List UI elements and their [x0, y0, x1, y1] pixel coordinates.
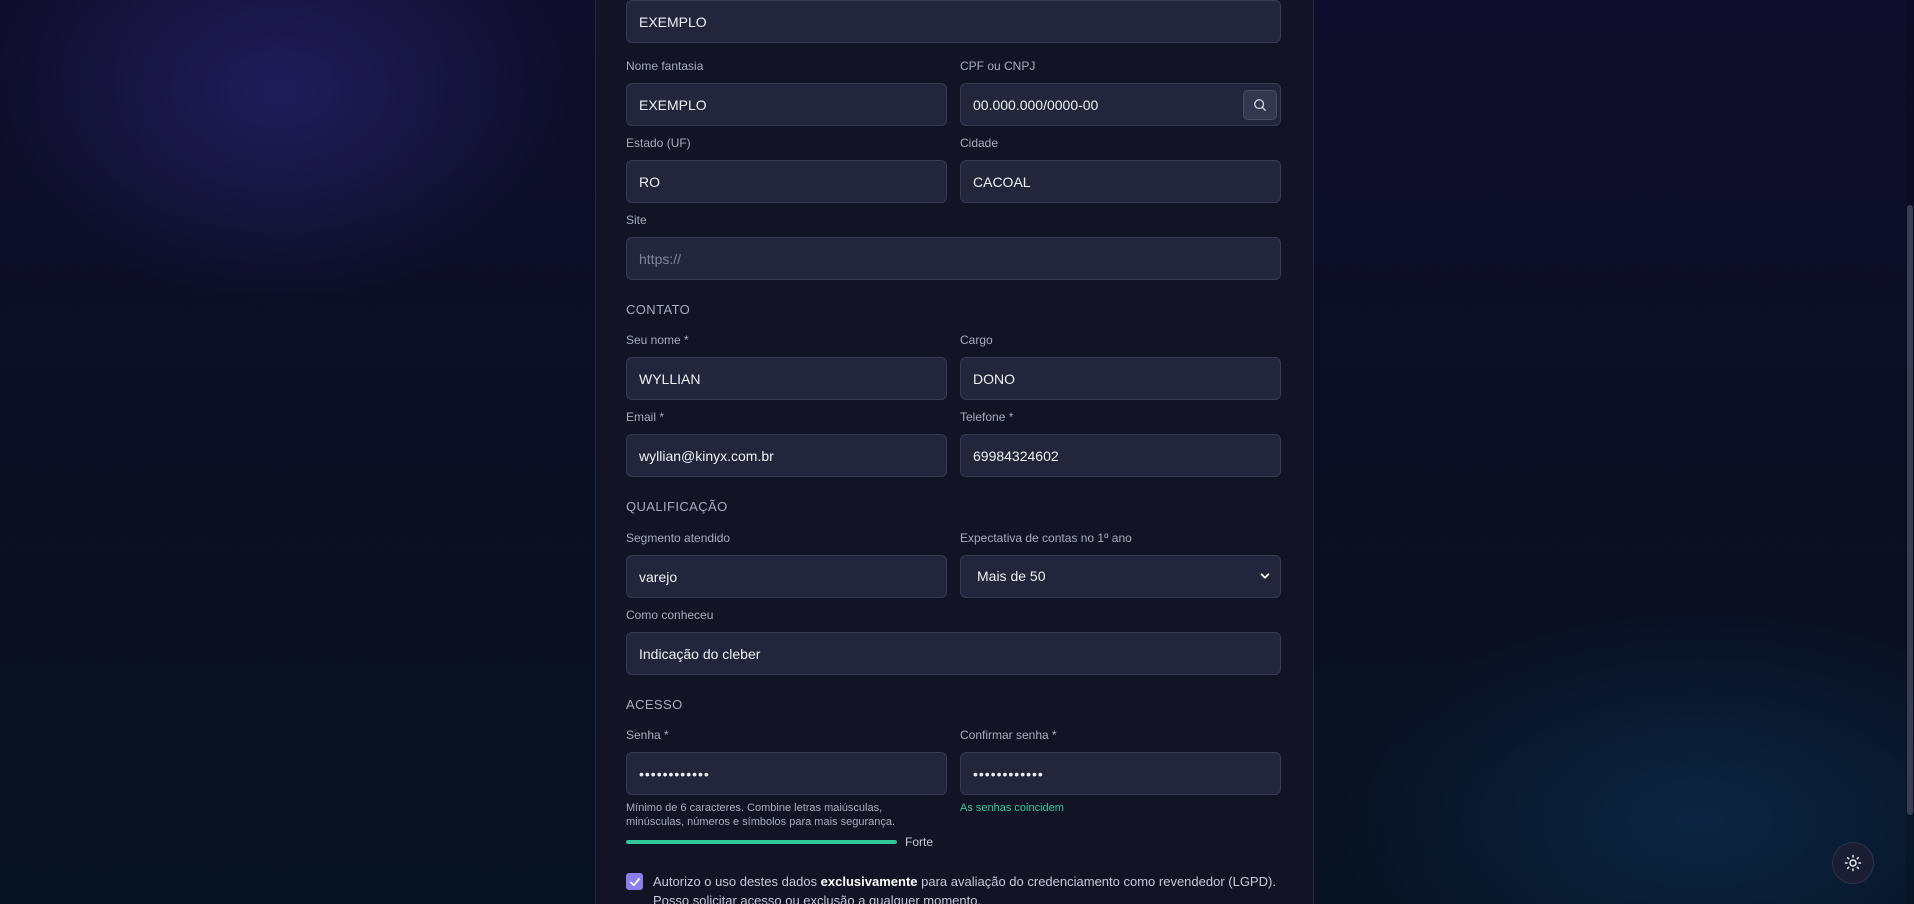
field-cargo: Cargo: [960, 332, 1281, 400]
page-scrollbar[interactable]: [1906, 0, 1914, 904]
row-site: Site: [626, 212, 1281, 280]
field-nome-fantasia: Nome fantasia: [626, 58, 947, 126]
field-confirmar-senha: Confirmar senha * As senhas coincidem: [960, 727, 1281, 829]
site-input[interactable]: [626, 237, 1281, 280]
field-segmento: Segmento atendido: [626, 530, 947, 598]
field-senha: Senha * Mínimo de 6 caracteres. Combine …: [626, 727, 947, 829]
section-title-contato: CONTATO: [626, 302, 691, 317]
estado-label: Estado (UF): [626, 136, 691, 150]
row-fantasia-cpf: Nome fantasia CPF ou CNPJ: [626, 58, 1281, 126]
segmento-label: Segmento atendido: [626, 531, 731, 545]
field-seu-nome: Seu nome *: [626, 332, 947, 400]
senha-input[interactable]: [626, 752, 947, 795]
sun-icon: [1844, 854, 1862, 872]
cpf-cnpj-label: CPF ou CNPJ: [960, 59, 1036, 73]
field-estado: Estado (UF): [626, 135, 947, 203]
password-match-status: As senhas coincidem: [960, 802, 1064, 814]
telefone-input[interactable]: [960, 434, 1281, 477]
cidade-label: Cidade: [960, 136, 999, 150]
password-hint: Mínimo de 6 caracteres. Combine letras m…: [626, 802, 896, 828]
section-title-acesso: ACESSO: [626, 697, 683, 712]
expectativa-select[interactable]: Mais de 50: [960, 555, 1281, 598]
field-como-conheceu: Como conheceu: [626, 607, 1281, 675]
como-conheceu-label: Como conheceu: [626, 608, 714, 622]
expectativa-selected-value[interactable]: Mais de 50: [960, 555, 1281, 598]
lgpd-consent-text: Autorizo o uso destes dados exclusivamen…: [653, 872, 1286, 904]
expectativa-label: Expectativa de contas no 1º ano: [960, 531, 1132, 545]
row-email-telefone: Email * Telefone *: [626, 409, 1281, 477]
strength-bar: [626, 840, 897, 844]
nome-fantasia-label: Nome fantasia: [626, 59, 704, 73]
telefone-label: Telefone *: [960, 410, 1014, 424]
search-icon: [1254, 99, 1266, 111]
field-site: Site: [626, 212, 1281, 280]
lgpd-consent-checkbox[interactable]: [626, 873, 643, 890]
row-uf-cidade: Estado (UF) Cidade: [626, 135, 1281, 203]
consent-text-bold: exclusivamente: [820, 874, 918, 889]
confirmar-senha-input[interactable]: [960, 752, 1281, 795]
cidade-input[interactable]: [960, 160, 1281, 203]
cnpj-search-button[interactable]: [1243, 90, 1277, 120]
lgpd-consent: Autorizo o uso destes dados exclusivamen…: [626, 872, 1286, 904]
segmento-input[interactable]: [626, 555, 947, 598]
consent-text-before: Autorizo o uso destes dados: [653, 874, 821, 889]
strength-label: Forte: [905, 835, 934, 849]
scrollbar-thumb[interactable]: [1907, 205, 1913, 815]
nome-fantasia-input[interactable]: [626, 83, 947, 126]
field-expectativa: Expectativa de contas no 1º ano Mais de …: [960, 530, 1281, 598]
row-senhas: Senha * Mínimo de 6 caracteres. Combine …: [626, 727, 1281, 829]
field-cpf-cnpj: CPF ou CNPJ: [960, 58, 1281, 126]
email-label: Email *: [626, 410, 665, 424]
row-como-conheceu: Como conheceu: [626, 607, 1281, 675]
password-strength: Forte: [626, 835, 933, 849]
seu-nome-input[interactable]: [626, 357, 947, 400]
field-cidade: Cidade: [960, 135, 1281, 203]
field-razao-social: [626, 0, 1281, 43]
field-email: Email *: [626, 409, 947, 477]
razao-social-input[interactable]: [626, 0, 1281, 43]
row-razao: [626, 0, 1281, 43]
section-title-qualificacao: QUALIFICAÇÃO: [626, 499, 728, 514]
cpf-cnpj-input[interactable]: [960, 83, 1281, 126]
field-telefone: Telefone *: [960, 409, 1281, 477]
cargo-input[interactable]: [960, 357, 1281, 400]
cargo-label: Cargo: [960, 333, 993, 347]
site-label: Site: [626, 213, 647, 227]
seu-nome-label: Seu nome *: [626, 333, 689, 347]
confirmar-senha-label: Confirmar senha *: [960, 728, 1057, 742]
theme-toggle-button[interactable]: [1832, 842, 1874, 884]
check-icon: [629, 877, 640, 886]
email-input[interactable]: [626, 434, 947, 477]
row-segmento-expectativa: Segmento atendido Expectativa de contas …: [626, 530, 1281, 598]
senha-label: Senha *: [626, 728, 669, 742]
strength-bar-fill: [626, 840, 897, 844]
como-conheceu-input[interactable]: [626, 632, 1281, 675]
estado-input[interactable]: [626, 160, 947, 203]
row-nome-cargo: Seu nome * Cargo: [626, 332, 1281, 400]
